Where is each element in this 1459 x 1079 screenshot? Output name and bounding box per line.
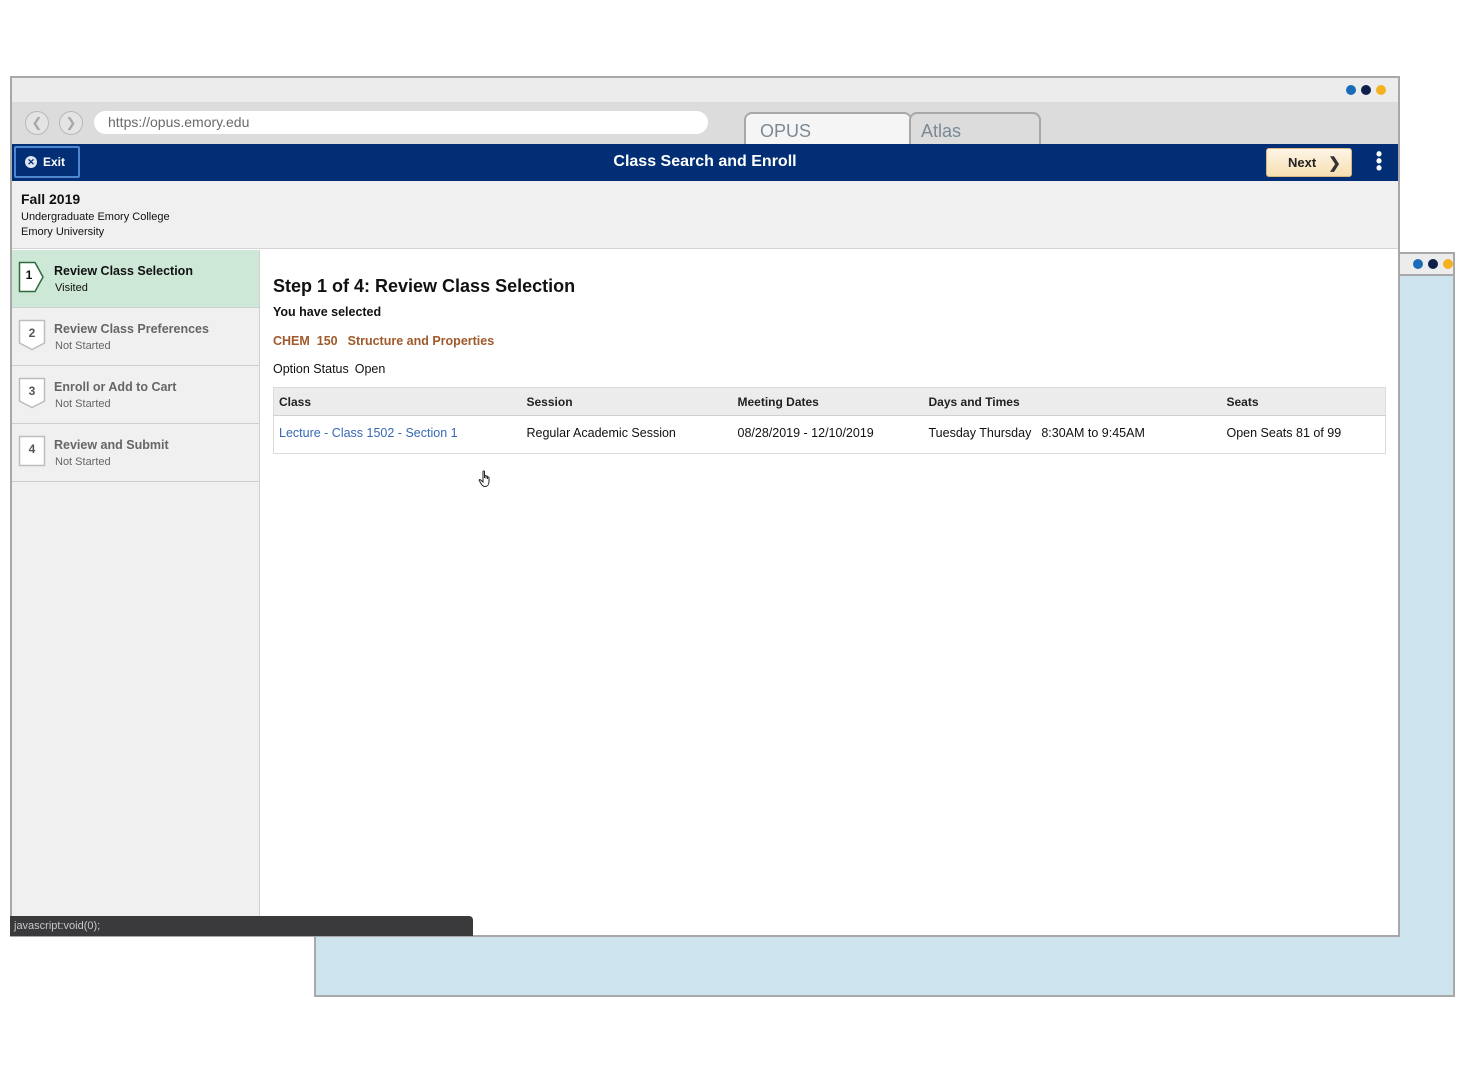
more-options-icon[interactable]: • • • — [1374, 145, 1384, 177]
window-dot-navy — [1428, 259, 1438, 269]
class-table: Class Session Meeting Dates Days and Tim… — [273, 387, 1386, 454]
chevron-right-icon: ❯ — [1328, 154, 1341, 172]
step-heading: Step 1 of 4: Review Class Selection — [273, 276, 576, 296]
term-label: Fall 2019 — [21, 191, 81, 207]
step-number: 3 — [28, 384, 36, 398]
option-status-value: Open — [354, 362, 386, 376]
term-context: Fall 2019 Undergraduate Emory College Em… — [12, 181, 1398, 249]
window-dot-blue[interactable] — [1346, 85, 1356, 95]
step-sidebar: 1 Review Class Selection Visited 2 Revie… — [12, 250, 260, 935]
window-dot-gold — [1443, 259, 1453, 269]
step-status: Not Started — [55, 398, 111, 410]
step-number: 2 — [28, 326, 36, 340]
step-status: Not Started — [55, 340, 111, 352]
browser-status-bar: javascript:void(0); — [10, 916, 473, 936]
option-status: Option Status Open — [273, 362, 1398, 376]
sidebar-step-enroll-or-add-to-cart[interactable]: 3 Enroll or Add to Cart Not Started — [12, 366, 259, 424]
meeting-times: 8:30AM to 9:45AM — [1041, 426, 1145, 440]
forward-button[interactable]: ❯ — [59, 111, 83, 135]
window-dot-gold[interactable] — [1376, 85, 1386, 95]
column-header-class: Class — [273, 387, 522, 416]
institution-label: Emory University — [21, 226, 105, 238]
table-row: Lecture - Class 1502 - Section 1 Regular… — [274, 416, 1386, 454]
step-label: Review and Submit — [54, 438, 169, 452]
course-title: Structure and Properties — [347, 334, 495, 348]
step-number-badge: 1 — [18, 261, 44, 293]
chevron-right-icon: ❯ — [65, 115, 77, 130]
step-label: Review Class Selection — [54, 264, 193, 278]
main-content: Step 1 of 4: Review Class Selection You … — [261, 250, 1398, 935]
meeting-dates-cell: 08/28/2019 - 12/10/2019 — [737, 426, 874, 440]
session-cell: Regular Academic Session — [526, 426, 676, 440]
page-title: Class Search and Enroll — [613, 153, 797, 170]
column-header-days-and-times: Days and Times — [923, 387, 1222, 416]
days-and-times-cell: Tuesday Thursday 8:30AM to 9:45AM — [924, 416, 1222, 454]
career-label: Undergraduate Emory College — [21, 211, 170, 223]
browser-toolbar: ❮ ❯ https://opus.emory.edu OPUS Atlas — [12, 102, 1398, 146]
sidebar-step-review-class-preferences[interactable]: 2 Review Class Preferences Not Started — [12, 308, 259, 366]
sidebar-step-review-class-selection[interactable]: 1 Review Class Selection Visited — [12, 250, 259, 308]
next-button[interactable]: Next ❯ — [1266, 148, 1352, 177]
next-button-label: Next — [1288, 155, 1317, 170]
window-dot-navy[interactable] — [1361, 85, 1371, 95]
browser-window: ❮ ❯ https://opus.emory.edu OPUS Atlas ✕ … — [10, 76, 1400, 937]
window-controls — [1346, 85, 1386, 95]
step-number: 1 — [25, 268, 33, 282]
sidebar-step-review-and-submit[interactable]: 4 Review and Submit Not Started — [12, 424, 259, 482]
class-section-link[interactable]: Lecture - Class 1502 - Section 1 — [279, 426, 458, 440]
step-label: Review Class Preferences — [54, 322, 209, 336]
column-header-seats: Seats — [1221, 387, 1386, 416]
window-dot-blue — [1413, 259, 1423, 269]
step-status: Not Started — [55, 456, 111, 468]
column-header-meeting-dates: Meeting Dates — [732, 387, 924, 416]
option-status-label: Option Status — [273, 362, 349, 376]
step-label: Enroll or Add to Cart — [54, 380, 177, 394]
chevron-left-icon: ❮ — [31, 115, 43, 130]
meeting-days: Tuesday Thursday — [928, 426, 1032, 440]
tab-atlas[interactable]: Atlas — [909, 112, 1041, 146]
step-number-badge: 2 — [18, 319, 46, 351]
course-code: CHEM 150 — [273, 334, 338, 348]
step-number: 4 — [28, 442, 36, 456]
step-number-badge: 4 — [18, 435, 46, 467]
address-bar[interactable]: https://opus.emory.edu — [94, 111, 708, 134]
course-summary: CHEM 150 Structure and Properties — [273, 334, 1398, 348]
step-status: Visited — [55, 282, 88, 294]
column-header-session: Session — [521, 387, 733, 416]
window-titlebar — [12, 78, 1398, 102]
window-controls — [1413, 259, 1453, 269]
selected-label: You have selected — [273, 305, 382, 319]
app-header: ✕ Exit Class Search and Enroll Next ❯ • •… — [12, 144, 1398, 181]
step-number-badge: 3 — [18, 377, 46, 409]
back-button[interactable]: ❮ — [25, 111, 49, 135]
table-header-row: Class Session Meeting Dates Days and Tim… — [273, 387, 1386, 416]
hand-pointer-icon — [478, 470, 490, 488]
seats-cell: Open Seats 81 of 99 — [1226, 426, 1342, 440]
tab-opus[interactable]: OPUS — [744, 112, 912, 146]
